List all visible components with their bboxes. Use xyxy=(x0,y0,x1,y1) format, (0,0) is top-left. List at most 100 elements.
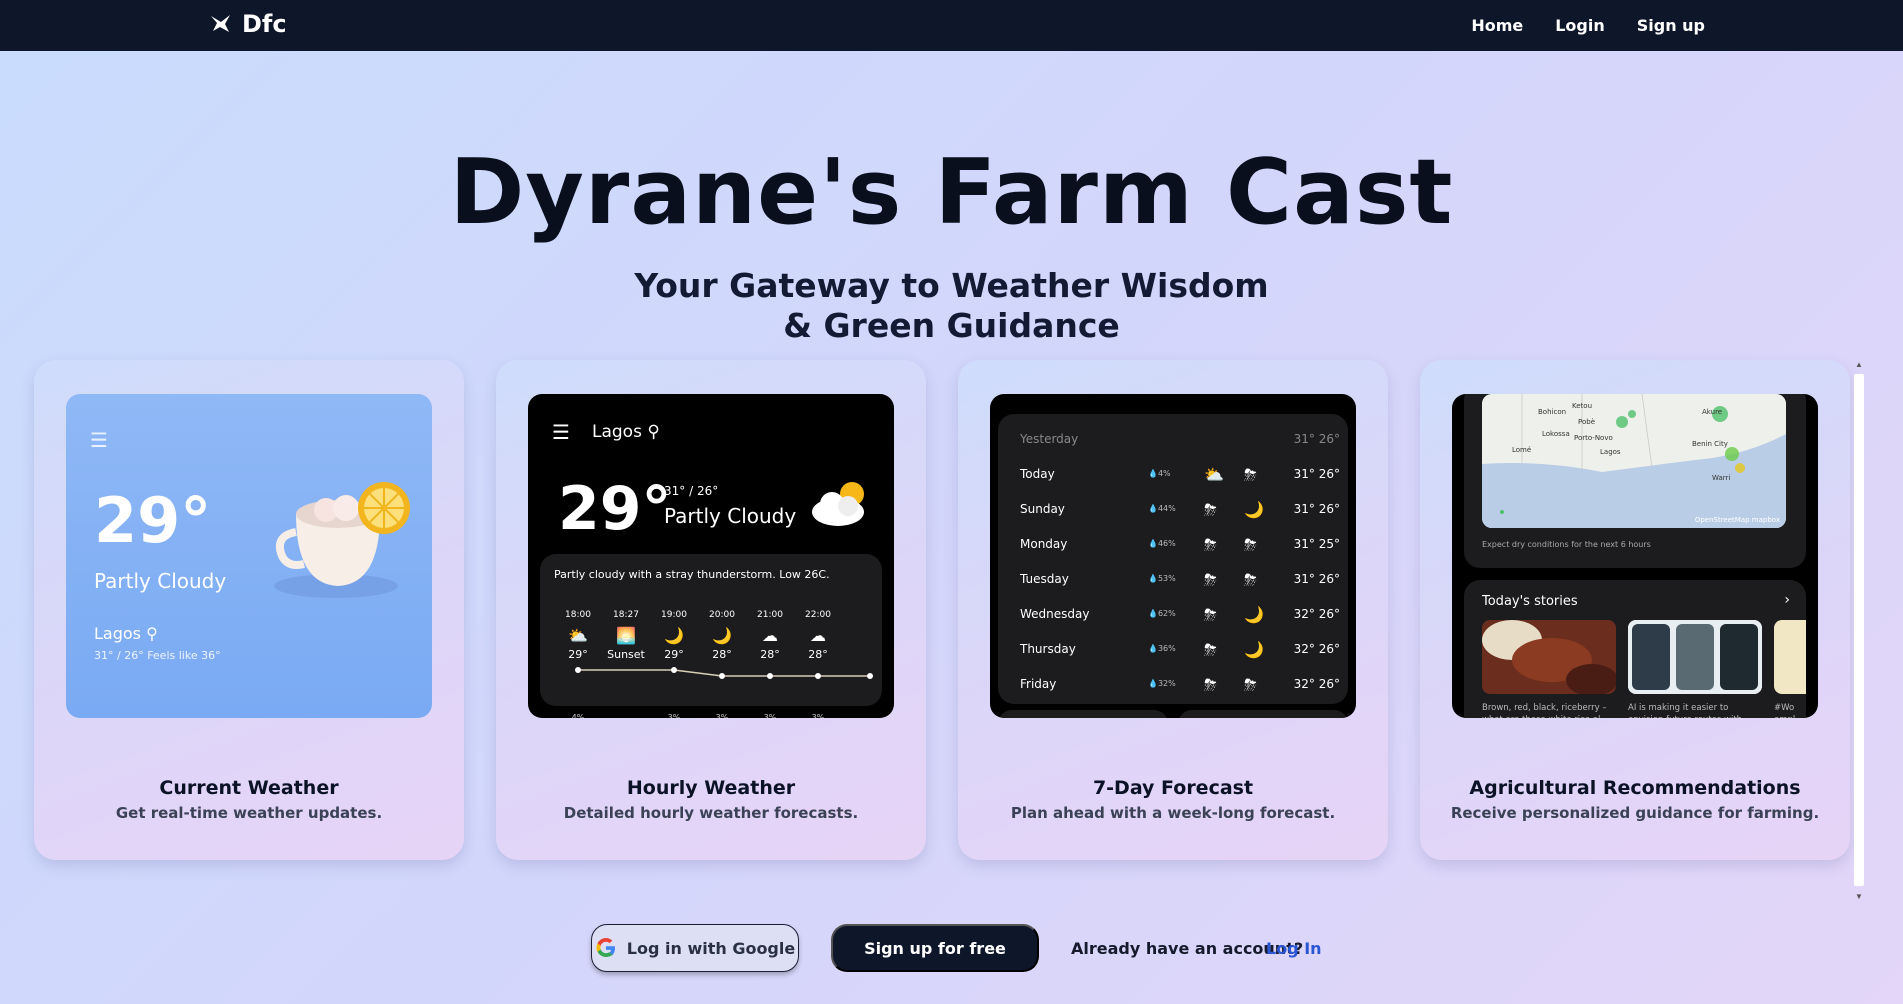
stories-panel: Today's stories › Brown, red, black, ric… xyxy=(1464,580,1806,718)
hour-column: 20:00 🌙 28° 3% xyxy=(702,610,742,718)
weather-icon: ⛈ xyxy=(1244,675,1257,694)
card-agricultural-recommendations[interactable]: Lomé Lokossa Porto-Novo Lagos Benin City… xyxy=(1420,360,1850,860)
temp-point xyxy=(719,673,725,679)
forecast-precip: 💧44% xyxy=(1148,504,1176,513)
card-title: Current Weather xyxy=(159,777,339,799)
preview-range: 31° / 26° xyxy=(664,484,719,498)
forecast-day: Yesterday xyxy=(1020,432,1079,446)
forecast-day: Wednesday xyxy=(1020,607,1090,621)
scroll-thumb[interactable] xyxy=(1854,374,1864,886)
forecast-row: Yesterday 31° 26° xyxy=(1020,432,1340,452)
hour-time: 18:27 xyxy=(613,610,639,620)
story-image-rice xyxy=(1482,620,1616,694)
forecast-temps: 31° 26° xyxy=(1293,467,1340,481)
weather-icon: ⛈ xyxy=(1204,570,1217,589)
weather-icon: ☁ xyxy=(810,626,826,645)
map-label-benin-city: Benin City xyxy=(1692,440,1728,448)
stories-title: Today's stories xyxy=(1482,594,1578,609)
radar-map: Lomé Lokossa Porto-Novo Lagos Benin City… xyxy=(1482,394,1786,528)
cards-scrollbar[interactable]: ▲ ▼ xyxy=(1852,360,1866,906)
login-link[interactable]: Log In xyxy=(1266,939,1322,958)
preview-location: Lagos ⚲ xyxy=(592,422,660,442)
map-label-lagos: Lagos xyxy=(1600,448,1621,456)
story-caption: #Wo empl xyxy=(1774,703,1795,718)
temp-point xyxy=(815,673,821,679)
brand-name: Dfc xyxy=(242,10,287,38)
navbar: Dfc Home Login Sign up xyxy=(0,0,1903,51)
hourly-temp-line xyxy=(575,667,873,679)
forecast-precip: 💧46% xyxy=(1148,539,1176,548)
agri-preview: Lomé Lokossa Porto-Novo Lagos Benin City… xyxy=(1452,394,1818,718)
card-current-weather[interactable]: ☰ 29° Partly Cloudy Lagos ⚲ 31° / 26° Fe… xyxy=(34,360,464,860)
forecast-day: Monday xyxy=(1020,537,1068,551)
nav-links: Home Login Sign up xyxy=(1471,0,1705,51)
weather-icon: 🌙 xyxy=(664,626,684,645)
preview-temp: 29° xyxy=(94,484,212,557)
hour-value: Sunset xyxy=(607,648,645,661)
card-7-day-forecast[interactable]: Yesterday 31° 26° Today 💧4% ⛅ ⛈ 31° 26° Sunday 💧… xyxy=(958,360,1388,860)
forecast-day: Thursday xyxy=(1020,642,1076,656)
location-pin-icon: ⚲ xyxy=(146,624,158,643)
map-graphic xyxy=(1482,394,1786,528)
hour-column: 18:00 ⛅ 29° 4% xyxy=(558,610,598,718)
weather-icon: ⛈ xyxy=(1244,570,1257,589)
map-label-warri: Warri xyxy=(1712,474,1731,482)
forecast-day: Today xyxy=(1020,467,1055,481)
weather-icon: ⛅ xyxy=(1204,465,1224,484)
forecast-panel: Yesterday 31° 26° Today 💧4% ⛅ ⛈ 31° 26° Sunday 💧… xyxy=(998,414,1348,704)
weather-icon: 🌙 xyxy=(1244,500,1264,519)
hour-time: 20:00 xyxy=(709,610,735,620)
google-login-button[interactable]: Log in with Google xyxy=(591,924,799,972)
hour-value: 29° xyxy=(664,648,684,661)
hour-time: 22:00 xyxy=(805,610,831,620)
preview-condition: Partly Cloudy xyxy=(94,569,227,593)
preview-condition: Partly Cloudy xyxy=(664,504,797,528)
card-description: Detailed hourly weather forecasts. xyxy=(563,804,859,822)
scroll-down-arrow-icon[interactable]: ▼ xyxy=(1855,892,1863,901)
forecast-row: Thursday 💧36% ⛈ 🌙 32° 26° xyxy=(1020,640,1340,662)
nav-home[interactable]: Home xyxy=(1471,16,1523,35)
story-caption: Brown, red, black, riceberry – what are … xyxy=(1482,703,1608,718)
google-login-label: Log in with Google xyxy=(626,938,796,958)
weather-icon: ⛅ xyxy=(568,626,588,645)
nav-signup[interactable]: Sign up xyxy=(1637,16,1705,35)
rice-image xyxy=(1482,620,1616,694)
weather-icon: 🌅 xyxy=(616,626,636,645)
menu-icon: ☰ xyxy=(90,430,108,452)
google-g-icon xyxy=(596,938,615,957)
hour-value: 29° xyxy=(568,648,588,661)
story-image-partial xyxy=(1774,620,1806,694)
scroll-up-arrow-icon[interactable]: ▲ xyxy=(1855,360,1863,369)
nav-login[interactable]: Login xyxy=(1555,16,1605,35)
hero-subtitle-line2: & Green Guidance xyxy=(783,306,1120,345)
forecast-temps: 31° 25° xyxy=(1293,537,1340,551)
hour-column: 21:00 ☁ 28° 3% xyxy=(750,610,790,718)
preview-location: Lagos ⚲ xyxy=(94,624,158,643)
preview-location-text: Lagos xyxy=(592,422,642,442)
map-label-lome: Lomé xyxy=(1512,446,1532,454)
hour-rain: 3% xyxy=(715,713,729,718)
card-title: Agricultural Recommendations xyxy=(1469,777,1801,799)
weather-icon: ⛈ xyxy=(1204,535,1217,554)
hour-column: 22:00 ☁ 28° 3% xyxy=(798,610,838,718)
card-hourly-weather[interactable]: ☰ Lagos ⚲ 29° 31° / 26° Partly Cloudy Pa… xyxy=(496,360,926,860)
hour-column: 18:27 🌅 Sunset xyxy=(606,610,646,713)
hour-rain: 4% xyxy=(571,713,585,718)
forecast-precip: 💧36% xyxy=(1148,644,1176,653)
hourly-summary: Partly cloudy with a stray thunderstorm.… xyxy=(554,568,830,581)
forecast-row: Sunday 💧44% ⛈ 🌙 31° 26° xyxy=(1020,500,1340,522)
weather-icon: ⛈ xyxy=(1244,535,1257,554)
card-title: 7-Day Forecast xyxy=(1092,777,1254,799)
forecast-day: Tuesday xyxy=(1020,572,1069,586)
hour-rain: 3% xyxy=(667,713,681,718)
temp-point xyxy=(575,667,581,673)
hour-time: 19:00 xyxy=(661,610,687,620)
signup-free-button[interactable]: Sign up for free xyxy=(831,924,1039,972)
forecast-temps: 32° 26° xyxy=(1293,677,1340,691)
forecast-day: Friday xyxy=(1020,677,1057,691)
card-description: Get real-time weather updates. xyxy=(115,804,383,822)
brand[interactable]: Dfc xyxy=(208,10,287,38)
weather-icon: ☁ xyxy=(762,626,778,645)
hour-rain: 3% xyxy=(811,713,825,718)
feature-cards: ☰ 29° Partly Cloudy Lagos ⚲ 31° / 26° Fe… xyxy=(34,360,1852,860)
